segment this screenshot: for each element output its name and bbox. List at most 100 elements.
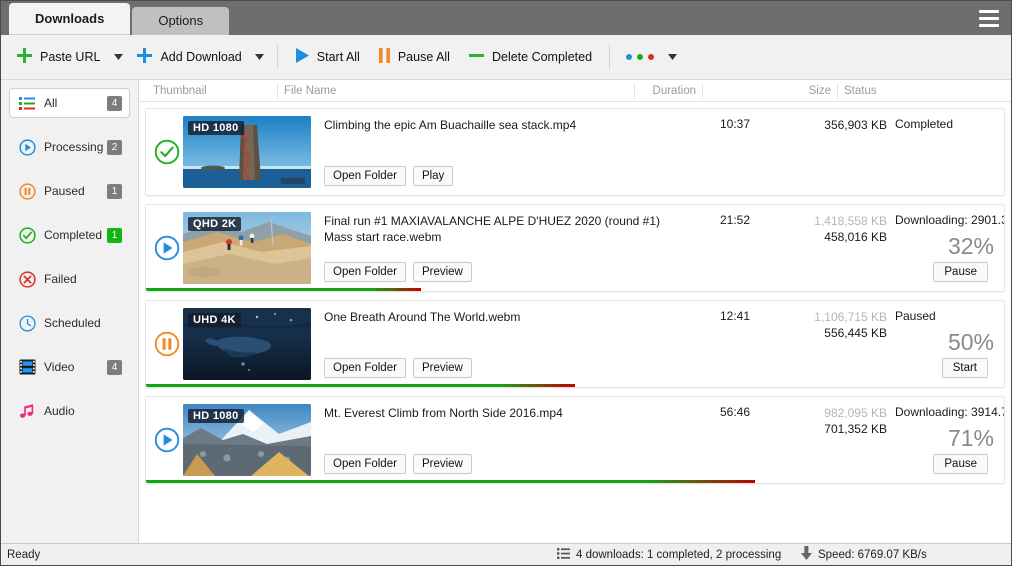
sidebar-item-completed[interactable]: Completed 1 (9, 220, 130, 250)
file-name: Final run #1 MAXIAVALANCHE ALPE D'HUEZ 2… (324, 213, 679, 245)
sidebar-badge: 4 (107, 96, 122, 111)
quality-badge: UHD 4K (188, 313, 241, 327)
size-cell: 1,418,558 KB 458,016 KB (752, 213, 887, 245)
play-triangle-icon (295, 47, 310, 67)
pause-button[interactable]: Pause (933, 454, 988, 474)
paste-url-button[interactable]: Paste URL (7, 40, 109, 74)
play-button[interactable]: Play (413, 166, 453, 186)
toolbar-separator-2 (609, 45, 610, 69)
duration: 10:37 (682, 117, 750, 131)
sidebar: All 4 Processing 2 Paused 1 (1, 80, 139, 543)
add-download-label: Add Download (160, 50, 241, 64)
x-circle-icon (17, 271, 37, 288)
hamburger-line (979, 17, 999, 20)
pause-circle-icon[interactable] (154, 331, 180, 357)
status-ready-text: Ready (7, 549, 40, 561)
column-header-duration[interactable]: Duration (634, 83, 702, 99)
pause-button[interactable]: Pause (933, 262, 988, 282)
three-dots-icon (622, 54, 654, 60)
sidebar-item-all[interactable]: All 4 (9, 88, 130, 118)
tab-options-label: Options (158, 13, 203, 28)
size-total: 982,095 KB (752, 405, 887, 421)
sidebar-item-video[interactable]: Video 4 (9, 352, 130, 382)
column-header-thumbnail[interactable]: Thumbnail (147, 83, 277, 99)
table-row[interactable]: HD 1080 Mt. Everest Climb from North Sid… (145, 396, 1005, 484)
open-folder-button[interactable]: Open Folder (324, 166, 406, 186)
start-all-label: Start All (317, 50, 360, 64)
more-options-button[interactable] (618, 40, 663, 74)
row-actions: Open Folder Preview (324, 262, 472, 282)
tab-downloads[interactable]: Downloads (9, 3, 130, 35)
pause-circle-icon (17, 183, 37, 200)
sidebar-item-label: Audio (37, 404, 122, 418)
preview-button[interactable]: Preview (413, 454, 472, 474)
download-arrow-icon (801, 546, 812, 563)
quality-badge: QHD 2K (188, 217, 241, 231)
column-header-filename[interactable]: File Name (277, 83, 634, 99)
size-cell: 356,903 KB (752, 117, 887, 133)
table-row[interactable]: QHD 2K Final run #1 MAXIAVALANCHE ALPE D… (145, 204, 1005, 292)
clock-icon (17, 315, 37, 332)
sidebar-item-scheduled[interactable]: Scheduled (9, 308, 130, 338)
sidebar-item-failed[interactable]: Failed (9, 264, 130, 294)
open-folder-button[interactable]: Open Folder (324, 454, 406, 474)
paste-url-dropdown[interactable] (109, 40, 127, 74)
tab-downloads-label: Downloads (35, 11, 104, 26)
sidebar-item-label: All (37, 96, 107, 110)
column-header-size[interactable]: Size (702, 83, 837, 99)
list-lines-icon (557, 548, 570, 562)
size-downloaded: 458,016 KB (752, 229, 887, 245)
app-window: Downloads Options Paste URL Add Download (0, 0, 1012, 566)
duration: 56:46 (682, 405, 750, 419)
status-text: Downloading: 3914.7 KB/s (895, 405, 1005, 419)
progress-percent: 50% (948, 329, 994, 356)
status-text: Completed (895, 117, 953, 131)
size-cell: 1,106,715 KB 556,445 KB (752, 309, 887, 341)
row-actions: Open Folder Preview (324, 454, 472, 474)
file-name: Climbing the epic Am Buachaille sea stac… (324, 117, 679, 133)
pause-all-button[interactable]: Pause All (369, 40, 459, 74)
add-download-button[interactable]: Add Download (127, 40, 250, 74)
plus-blue-icon (136, 47, 153, 67)
hamburger-icon[interactable] (975, 6, 1003, 30)
sidebar-item-label: Completed (37, 228, 107, 242)
preview-button[interactable]: Preview (413, 262, 472, 282)
play-circle-icon[interactable] (154, 235, 180, 261)
status-speed: Speed: 6769.07 KB/s (801, 546, 927, 563)
sidebar-item-paused[interactable]: Paused 1 (9, 176, 130, 206)
toolbar-separator (277, 45, 278, 69)
main-toolbar: Paste URL Add Download Start All Pause A (1, 35, 1011, 80)
music-note-icon (17, 403, 37, 420)
status-downloads-summary: 4 downloads: 1 completed, 2 processing (557, 548, 781, 562)
sidebar-item-processing[interactable]: Processing 2 (9, 132, 130, 162)
table-row[interactable]: HD 1080 Climbing the epic Am Buachaille … (145, 108, 1005, 196)
list-lines-icon (17, 97, 37, 110)
open-folder-button[interactable]: Open Folder (324, 358, 406, 378)
sidebar-badge: 2 (107, 140, 122, 155)
row-actions: Open Folder Play (324, 166, 453, 186)
column-header-status[interactable]: Status (837, 83, 1011, 99)
file-name: One Breath Around The World.webm (324, 309, 679, 325)
add-download-dropdown[interactable] (251, 40, 269, 74)
delete-completed-button[interactable]: Delete Completed (459, 40, 601, 74)
duration: 12:41 (682, 309, 750, 323)
open-folder-button[interactable]: Open Folder (324, 262, 406, 282)
file-name: Mt. Everest Climb from North Side 2016.m… (324, 405, 679, 421)
preview-button[interactable]: Preview (413, 358, 472, 378)
size-total: 1,418,558 KB (752, 213, 887, 229)
check-circle-icon[interactable] (154, 139, 180, 165)
progress-percent: 32% (948, 233, 994, 260)
start-all-button[interactable]: Start All (286, 40, 369, 74)
play-circle-icon[interactable] (154, 427, 180, 453)
sidebar-item-audio[interactable]: Audio (9, 396, 130, 426)
more-options-dropdown[interactable] (663, 40, 681, 74)
start-button[interactable]: Start (942, 358, 988, 378)
film-icon (17, 359, 37, 375)
table-row[interactable]: UHD 4K One Breath Around The World.webm … (145, 300, 1005, 388)
progress-bar (146, 480, 755, 483)
delete-completed-label: Delete Completed (492, 50, 592, 64)
sidebar-badge: 1 (107, 228, 122, 243)
tab-options[interactable]: Options (132, 7, 229, 35)
hamburger-line (979, 10, 999, 13)
paste-url-label: Paste URL (40, 50, 100, 64)
